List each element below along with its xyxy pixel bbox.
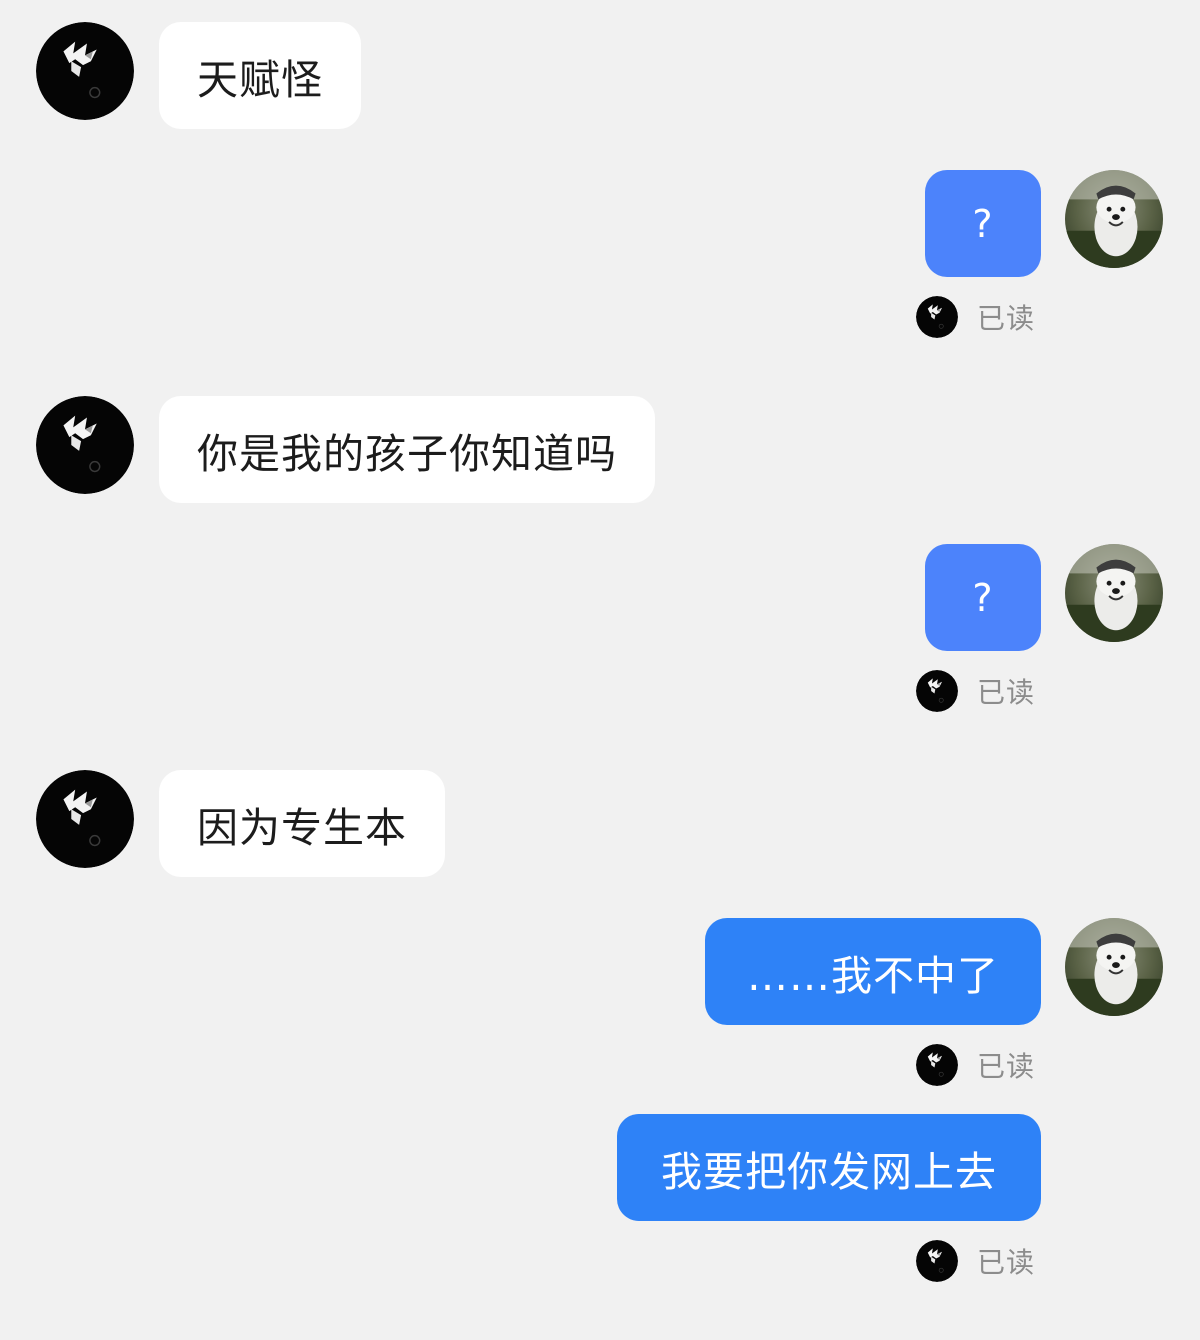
avatar-self[interactable] [1065,544,1163,642]
anime-character-avatar-icon [36,22,134,120]
avatar-contact[interactable] [36,22,134,120]
message-text: ……我不中了 [747,951,999,1000]
message-bubble-incoming[interactable]: 天赋怪 [159,22,361,129]
read-receipt: 已读 [916,1240,1035,1282]
dog-photo-avatar-icon [1065,918,1163,1016]
message-text: 因为专生本 [197,803,407,852]
message-text: 你是我的孩子你知道吗 [197,429,617,478]
message-text: ? [972,201,994,246]
anime-character-avatar-icon [36,770,134,868]
avatar-contact[interactable] [36,770,134,868]
read-status-label: 已读 [977,302,1036,335]
read-receipt: 已读 [916,1044,1035,1086]
mini-avatar [916,296,958,338]
read-status-label: 已读 [977,1050,1036,1083]
dog-photo-avatar-icon [1065,544,1163,642]
anime-character-avatar-icon [916,296,958,338]
message-bubble-outgoing[interactable]: ? [925,170,1041,277]
message-bubble-outgoing[interactable]: ? [925,544,1041,651]
anime-character-avatar-icon [916,670,958,712]
read-status-label: 已读 [977,1246,1036,1279]
message-bubble-incoming[interactable]: 你是我的孩子你知道吗 [159,396,655,503]
message-bubble-incoming[interactable]: 因为专生本 [159,770,445,877]
read-receipt: 已读 [916,670,1035,712]
message-bubble-outgoing[interactable]: 我要把你发网上去 [617,1114,1041,1221]
avatar-self[interactable] [1065,170,1163,268]
avatar-self[interactable] [1065,918,1163,1016]
anime-character-avatar-icon [916,1044,958,1086]
message-text: 我要把你发网上去 [661,1147,997,1196]
avatar-contact[interactable] [36,396,134,494]
message-text: ? [972,575,994,620]
message-bubble-outgoing[interactable]: ……我不中了 [705,918,1041,1025]
dog-photo-avatar-icon [1065,170,1163,268]
mini-avatar [916,1044,958,1086]
mini-avatar [916,670,958,712]
read-receipt: 已读 [916,296,1035,338]
mini-avatar [916,1240,958,1282]
anime-character-avatar-icon [916,1240,958,1282]
anime-character-avatar-icon [36,396,134,494]
read-status-label: 已读 [977,676,1036,709]
message-text: 天赋怪 [197,55,323,104]
